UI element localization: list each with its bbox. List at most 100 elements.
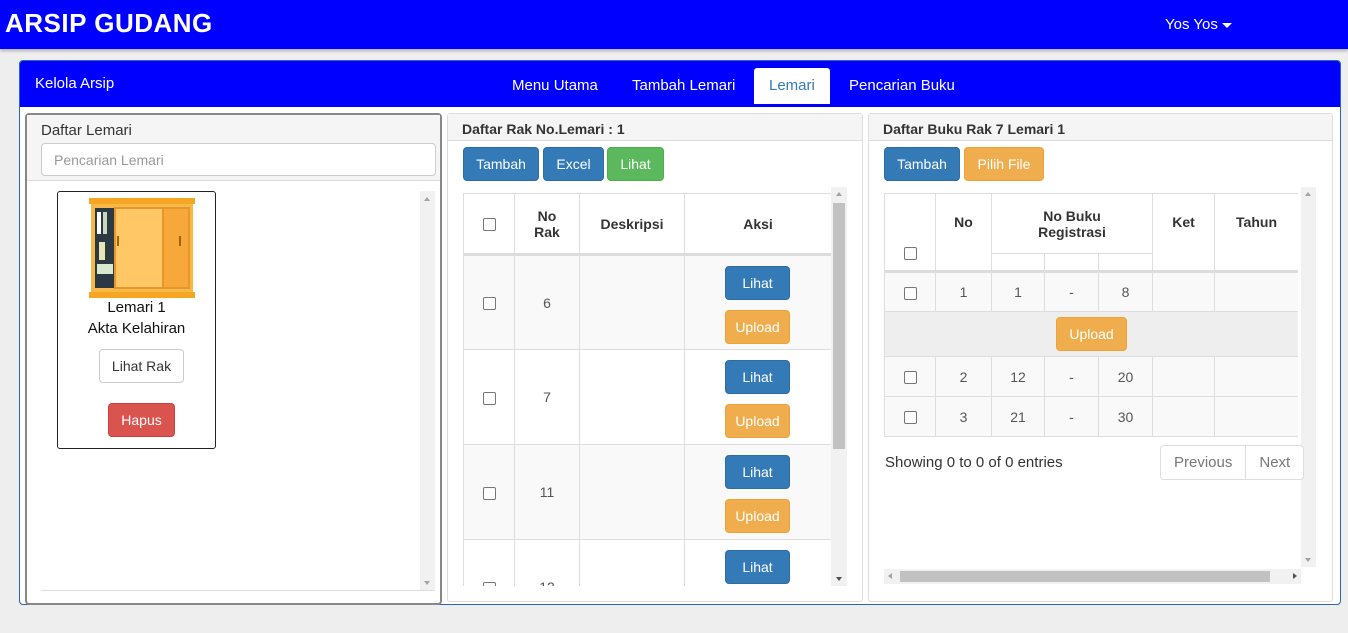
book-upload-button[interactable]: Upload — [1056, 317, 1128, 351]
row-select-cell — [884, 356, 936, 397]
select-all-checkbox[interactable] — [903, 246, 917, 260]
column-deskripsi[interactable]: Deskripsi — [579, 193, 685, 256]
view-shelves-button[interactable]: Lihat Rak — [99, 349, 184, 383]
scroll-thumb[interactable] — [900, 571, 1270, 582]
row-checkbox[interactable] — [903, 371, 917, 385]
shelf-description — [579, 444, 685, 540]
book-no: 1 — [935, 271, 992, 312]
select-all-header — [463, 193, 515, 256]
reg-to: 8 — [1097, 271, 1154, 312]
cabinet-icon — [89, 198, 195, 298]
cabinet-search-input[interactable] — [41, 143, 436, 176]
table-row: 7 Lihat Upload — [463, 349, 831, 445]
row-view-button[interactable]: Lihat — [725, 266, 790, 300]
reg-separator: - — [1044, 356, 1099, 397]
book-table-vscrollbar[interactable] — [1301, 187, 1316, 567]
column-ket[interactable]: Ket — [1152, 193, 1216, 272]
cabinet-list-scrollbar[interactable] — [420, 191, 435, 591]
select-all-checkbox[interactable] — [482, 218, 496, 232]
book-list-title: Daftar Buku Rak 7 Lemari 1 — [869, 114, 1332, 141]
cabinet-card: Lemari 1 Akta Kelahiran Lihat Rak Hapus — [57, 191, 216, 449]
row-view-button[interactable]: Lihat — [725, 550, 790, 584]
subcolumn-separator — [1044, 253, 1099, 273]
scroll-down-icon[interactable] — [1305, 558, 1311, 562]
shelf-list-title: Daftar Rak No.Lemari : 1 — [448, 114, 862, 141]
row-checkbox[interactable] — [482, 297, 496, 311]
cabinet-list-header: Daftar Lemari — [27, 115, 440, 181]
cabinet-list-title: Daftar Lemari — [41, 122, 132, 139]
view-button[interactable]: Lihat — [607, 147, 664, 181]
scroll-up-icon[interactable] — [424, 197, 430, 201]
row-upload-button[interactable]: Upload — [725, 499, 790, 533]
row-checkbox[interactable] — [903, 286, 917, 300]
shelf-list-panel: Daftar Rak No.Lemari : 1 Tambah Excel Li… — [447, 113, 863, 602]
tab-lemari[interactable]: Lemari — [754, 68, 830, 104]
add-book-button[interactable]: Tambah — [884, 147, 960, 181]
row-checkbox[interactable] — [482, 581, 496, 586]
column-tahun[interactable]: Tahun — [1214, 193, 1298, 272]
tab-tambah-lemari[interactable]: Tambah Lemari — [617, 68, 750, 104]
upload-cell: Upload — [884, 311, 1298, 357]
row-view-button[interactable]: Lihat — [725, 455, 790, 489]
scroll-down-icon[interactable] — [836, 577, 842, 581]
scroll-down-icon[interactable] — [424, 581, 430, 585]
table-info: Showing 0 to 0 of 0 entries — [885, 454, 1063, 471]
delete-cabinet-button[interactable]: Hapus — [108, 403, 175, 437]
row-select-cell — [463, 254, 515, 350]
next-button[interactable]: Next — [1246, 446, 1303, 479]
shelf-number: 7 — [514, 349, 580, 445]
choose-file-button[interactable]: Pilih File — [964, 147, 1044, 181]
cabinet-description: Akta Kelahiran — [87, 320, 186, 337]
shelf-number: 6 — [514, 254, 580, 350]
table-header-row: No Rak Deskripsi Aksi — [463, 193, 831, 256]
row-view-button[interactable]: Lihat — [725, 360, 790, 394]
reg-to: 30 — [1097, 396, 1154, 437]
book-year — [1214, 356, 1298, 397]
actions-cell: Lihat Upload — [684, 349, 831, 445]
reg-separator: - — [1044, 271, 1099, 312]
book-table-wrapper: No No Buku Registrasi Ket Tahun 1 1 - 8 … — [884, 193, 1298, 437]
app-brand[interactable]: ARSIP GUDANG — [5, 8, 213, 39]
book-list-panel: Daftar Buku Rak 7 Lemari 1 Tambah Pilih … — [868, 113, 1333, 602]
shelf-table-scrollbar[interactable] — [831, 187, 847, 586]
row-upload-button[interactable]: Upload — [725, 404, 790, 438]
previous-button[interactable]: Previous — [1161, 446, 1247, 479]
book-ket — [1152, 356, 1216, 397]
book-table-hscrollbar[interactable] — [884, 569, 1301, 584]
excel-button[interactable]: Excel — [543, 147, 604, 181]
scroll-left-icon[interactable] — [888, 573, 892, 579]
reg-from: 1 — [991, 271, 1045, 312]
row-select-cell — [463, 539, 515, 586]
add-shelf-button[interactable]: Tambah — [463, 147, 539, 181]
tab-menu-utama[interactable]: Menu Utama — [497, 68, 613, 104]
shelf-number: 12 — [514, 539, 580, 586]
row-checkbox[interactable] — [482, 391, 496, 405]
scroll-up-icon[interactable] — [1305, 192, 1311, 196]
shelf-table: No Rak Deskripsi Aksi 6 Lihat Upload 7 L… — [463, 193, 831, 586]
column-no-buku-registrasi[interactable]: No Buku Registrasi — [990, 193, 1154, 254]
reg-from: 21 — [991, 396, 1045, 437]
scroll-thumb[interactable] — [833, 203, 845, 449]
table-row: 11 Lihat Upload — [463, 444, 831, 540]
row-upload-button[interactable]: Upload — [725, 310, 790, 344]
row-checkbox[interactable] — [482, 486, 496, 500]
column-no[interactable]: No — [935, 193, 992, 272]
caret-down-icon — [1221, 22, 1232, 28]
scroll-right-icon[interactable] — [1293, 573, 1297, 579]
upload-row: Upload — [884, 311, 1298, 357]
row-select-cell — [463, 349, 515, 445]
book-year — [1214, 271, 1298, 312]
row-checkbox[interactable] — [903, 411, 917, 425]
book-ket — [1152, 271, 1216, 312]
table-row: 12 Lihat Upload — [463, 539, 831, 586]
table-row: 1 1 - 8 — [884, 271, 1298, 312]
user-menu[interactable]: Yos Yos — [1165, 16, 1232, 33]
divider — [41, 590, 435, 591]
reg-to: 20 — [1097, 356, 1154, 397]
shelf-table-wrapper: No Rak Deskripsi Aksi 6 Lihat Upload 7 L… — [463, 193, 831, 586]
column-no-rak[interactable]: No Rak — [514, 193, 580, 256]
scroll-up-icon[interactable] — [836, 192, 842, 196]
tab-pencarian-buku[interactable]: Pencarian Buku — [834, 68, 970, 104]
column-aksi[interactable]: Aksi — [684, 193, 831, 256]
table-row: 2 12 - 20 — [884, 356, 1298, 397]
